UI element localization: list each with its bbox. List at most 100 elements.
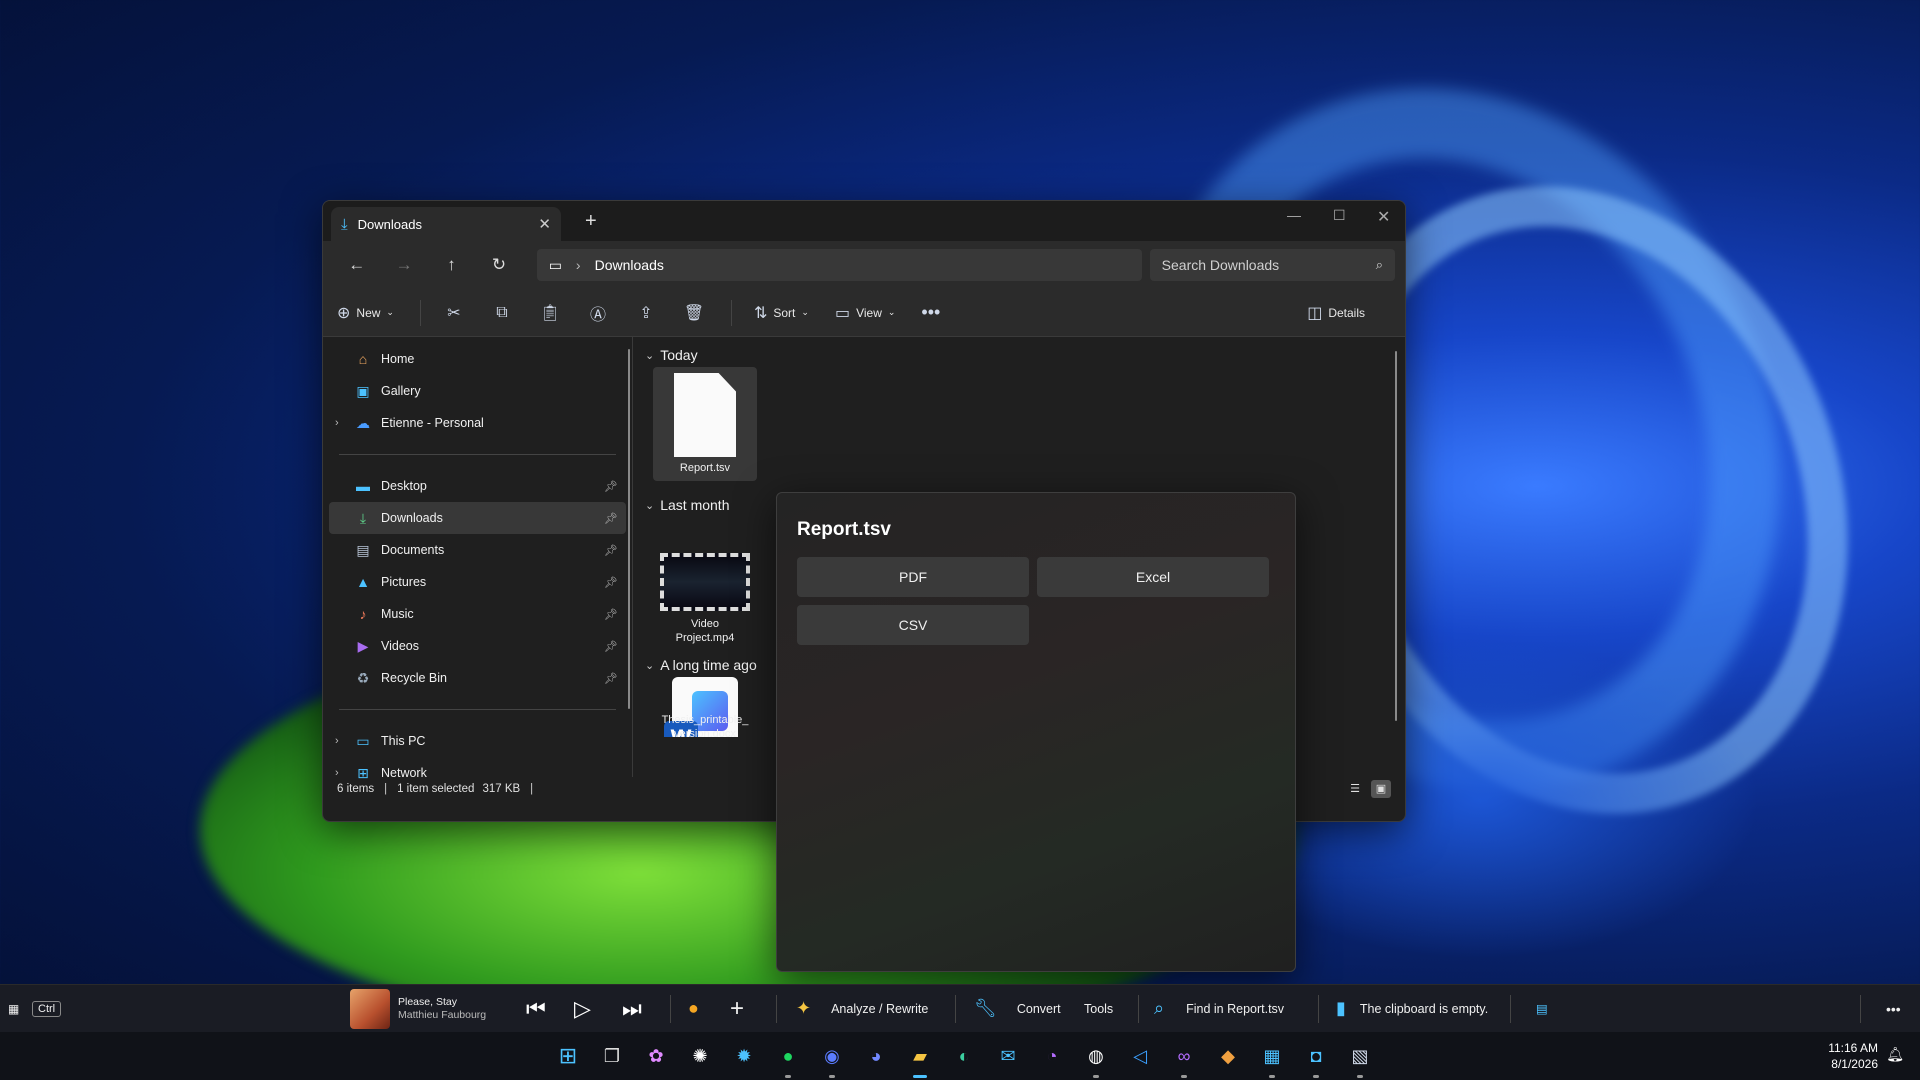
copilot-icon[interactable]: ✿ (640, 1040, 672, 1072)
search-input[interactable]: Search Downloads ⌕ (1149, 249, 1395, 281)
find-in-file-button[interactable]: ⌕ Find in Report.tsv (1154, 998, 1284, 1019)
discord-icon[interactable]: ◕ (860, 1040, 892, 1072)
task-view-icon[interactable]: ❐ (596, 1040, 628, 1072)
pin-icon[interactable]: 📌︎ (604, 640, 618, 653)
signal-icon[interactable]: ◉ (816, 1040, 848, 1078)
vscode-icon[interactable]: ◁ (1124, 1040, 1156, 1072)
search-icon: ⌕ (1154, 998, 1165, 1018)
bug-icon[interactable]: ✹ (728, 1040, 760, 1072)
analyze-rewrite-button[interactable]: ✦ Analyze / Rewrite (796, 998, 928, 1019)
clipboard-status[interactable]: ▮ The clipboard is empty. (1336, 998, 1488, 1019)
convert-pdf-button[interactable]: PDF (797, 557, 1029, 597)
more-options-button[interactable]: ••• (921, 302, 940, 323)
new-button[interactable]: ⊕ New ⌄ (337, 303, 394, 323)
paste-button[interactable]: 📋︎ (539, 303, 561, 323)
next-track-icon[interactable]: ⏭ (622, 996, 642, 1022)
sidebar-item-gallery[interactable]: ▣ Gallery (323, 375, 632, 407)
spotify-icon[interactable]: ● (772, 1040, 804, 1078)
pin-icon[interactable]: 📌︎ (604, 672, 618, 685)
refresh-icon[interactable]: ↻ (475, 255, 522, 275)
rename-button[interactable]: Ⓐ (587, 301, 609, 325)
sidebar-item-label: This PC (381, 734, 426, 748)
convert-csv-button[interactable]: CSV (797, 605, 1029, 645)
now-playing[interactable]: Please, Stay Matthieu Faubourg (350, 988, 486, 1029)
play-icon[interactable]: ▷ (574, 996, 591, 1022)
sidebar-item-downloads[interactable]: ⤓ Downloads 📌︎ (329, 502, 626, 534)
sidebar-item-music[interactable]: ♪ Music 📌︎ (323, 598, 632, 630)
details-button[interactable]: ◫ Details (1307, 303, 1365, 323)
share-button[interactable]: ⇪ (635, 303, 657, 323)
up-icon[interactable]: ↑ (428, 255, 475, 275)
pin-icon[interactable]: 📌︎ (604, 512, 618, 525)
system-clock[interactable]: 11:16 AM 8/1/2026 (1828, 1040, 1878, 1072)
chevron-right-icon[interactable]: › (335, 767, 339, 779)
github-icon[interactable]: ◍ (1080, 1040, 1112, 1078)
sidebar-item-documents[interactable]: ▤ Documents 📌︎ (323, 534, 632, 566)
divider (776, 994, 777, 1023)
tiles-view-icon[interactable]: ▣ (1371, 780, 1391, 798)
address-bar[interactable]: ▭ › Downloads (536, 249, 1142, 281)
view-button[interactable]: ▭ View ⌄ (835, 303, 895, 323)
chatgpt-icon[interactable]: ✺ (684, 1040, 716, 1072)
pin-icon[interactable]: 📌︎ (604, 608, 618, 621)
new-tab-button[interactable]: + (585, 210, 597, 233)
back-icon[interactable]: ← (333, 255, 380, 275)
close-window-icon[interactable]: ✕ (1377, 207, 1390, 227)
sidebar-item-recycle-bin[interactable]: ♻ Recycle Bin 📌︎ (323, 662, 632, 694)
minimize-icon[interactable]: — (1287, 207, 1301, 223)
sidebar-scrollbar[interactable] (628, 349, 630, 709)
sidebar-item-label: Documents (381, 543, 445, 557)
copy-button[interactable]: ⧉ (491, 304, 513, 322)
snipping-tool-icon[interactable]: ▧ (1344, 1040, 1376, 1078)
forward-icon[interactable]: → (380, 255, 427, 275)
divider (339, 709, 616, 710)
file-item-video[interactable]: Video Project.mp4 (653, 547, 757, 645)
breadcrumb[interactable]: Downloads (595, 257, 664, 273)
app-installer-icon[interactable]: ◘ (1300, 1040, 1332, 1078)
notification-bell-icon[interactable]: 🔔︎ (1886, 1046, 1904, 1063)
convert-button[interactable]: 🔧︎ Convert (974, 998, 1061, 1019)
grid-icon[interactable]: ▦ (8, 1002, 19, 1016)
group-label: Today (660, 347, 698, 363)
maximize-icon[interactable]: ☐ (1333, 207, 1346, 224)
tools-button[interactable]: Tools (1084, 1002, 1113, 1016)
fl-studio-icon[interactable]: ◆ (1212, 1040, 1244, 1072)
sort-button[interactable]: ⇅ Sort ⌄ (754, 303, 809, 323)
previous-track-icon[interactable]: ⏮ (526, 996, 546, 1022)
sidebar-item-network[interactable]: › ⊞ Network (323, 757, 632, 789)
popup-title: Report.tsv (797, 519, 891, 540)
sidebar-item-desktop[interactable]: ▬ Desktop 📌︎ (323, 470, 632, 502)
group-header-today[interactable]: ⌄ Today (645, 343, 1405, 367)
bubble-icon[interactable]: ● (688, 998, 699, 1019)
file-item-report[interactable]: Report.tsv (653, 367, 757, 481)
more-icon[interactable]: ••• (1886, 1001, 1901, 1017)
analyze-label: Analyze / Rewrite (831, 1001, 929, 1016)
sidebar-item-this-pc[interactable]: › ▭ This PC (323, 725, 632, 757)
outlook-icon[interactable]: ✉ (992, 1040, 1024, 1072)
chevron-right-icon[interactable]: › (335, 735, 339, 747)
edge-icon[interactable]: ◐ (948, 1040, 980, 1072)
tab-downloads[interactable]: ⤓ Downloads ✕ (331, 207, 561, 241)
content-scrollbar[interactable] (1395, 351, 1397, 721)
add-icon[interactable]: + (730, 995, 744, 1023)
store-icon[interactable]: ▦ (1256, 1040, 1288, 1078)
sidebar-item-onedrive[interactable]: › ☁ Etienne - Personal (323, 407, 632, 439)
pin-icon[interactable]: 📌︎ (604, 576, 618, 589)
calendar-icon[interactable]: ▤ (1536, 1001, 1548, 1016)
file-item-thesis-label[interactable]: Thesis_printable_ version.docx (653, 713, 757, 743)
close-tab-icon[interactable]: ✕ (538, 215, 551, 233)
cut-button[interactable]: ✂ (443, 303, 465, 323)
pin-icon[interactable]: 📌︎ (604, 480, 618, 493)
convert-excel-button[interactable]: Excel (1037, 557, 1269, 597)
pin-icon[interactable]: 📌︎ (604, 544, 618, 557)
sidebar-item-pictures[interactable]: ▲ Pictures 📌︎ (323, 566, 632, 598)
sidebar-item-home[interactable]: ⌂ Home (323, 343, 632, 375)
start-icon[interactable]: ⊞ (552, 1040, 584, 1072)
file-explorer-icon[interactable]: ▰ (904, 1040, 936, 1078)
messenger-icon[interactable]: ◔ (1036, 1040, 1068, 1072)
visual-studio-icon[interactable]: ∞ (1168, 1040, 1200, 1078)
sidebar-item-videos[interactable]: ▶ Videos 📌︎ (323, 630, 632, 662)
delete-button[interactable]: 🗑︎ (683, 303, 705, 323)
details-view-icon[interactable]: ☰ (1345, 780, 1365, 798)
chevron-right-icon[interactable]: › (335, 417, 339, 429)
